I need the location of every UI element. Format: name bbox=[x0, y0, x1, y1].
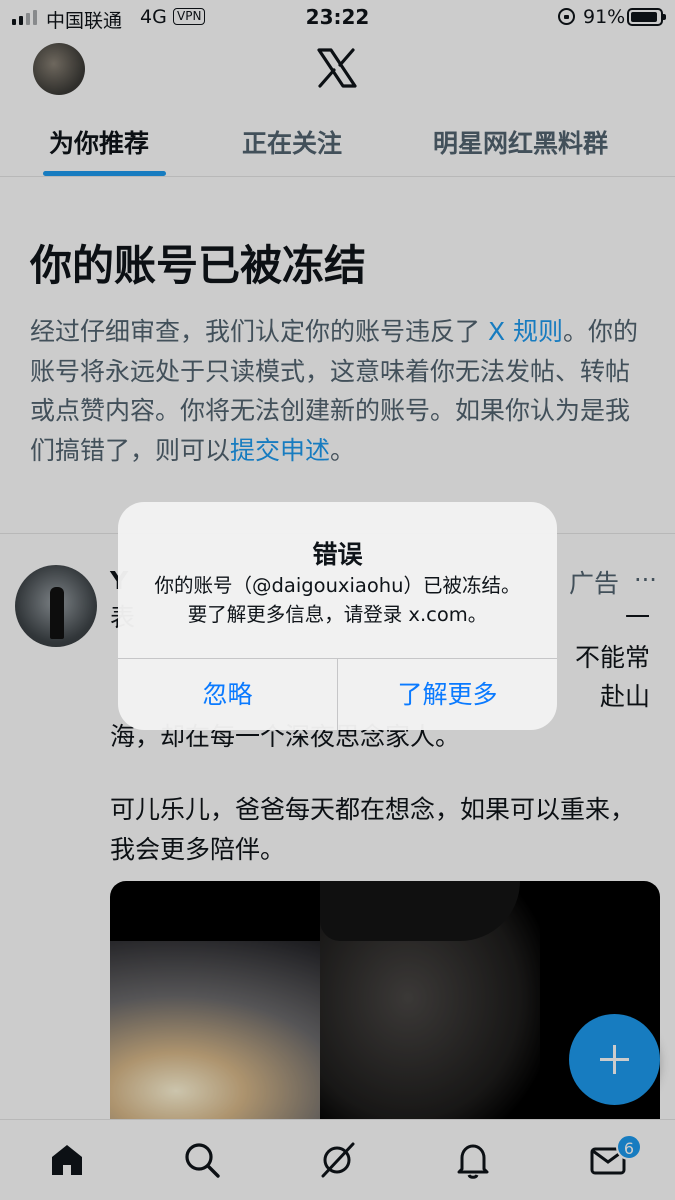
alert-message: 你的账号（@daigouxiaohu）已被冻结。要了解更多信息，请登录 x.co… bbox=[154, 574, 521, 626]
alert-title: 错误 bbox=[312, 540, 363, 569]
ignore-button[interactable]: 忽略 bbox=[118, 659, 337, 730]
learn-more-button[interactable]: 了解更多 bbox=[338, 659, 557, 730]
error-alert: 错误 你的账号（@daigouxiaohu）已被冻结。要了解更多信息，请登录 x… bbox=[118, 502, 557, 730]
